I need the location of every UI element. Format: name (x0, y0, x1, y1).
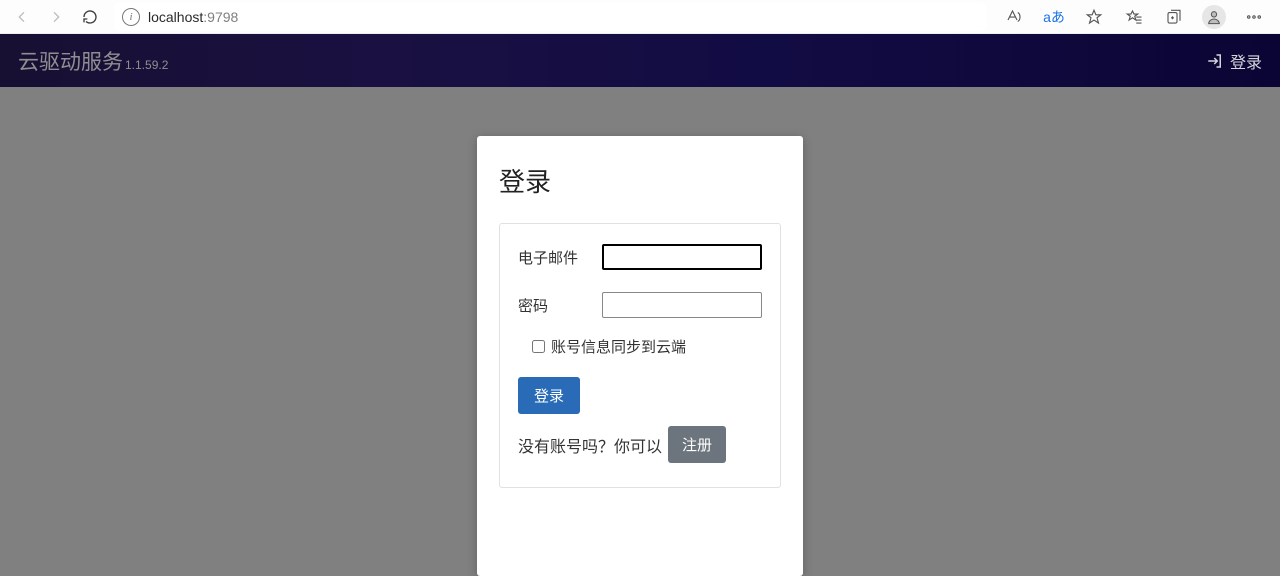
read-aloud-icon[interactable] (994, 3, 1034, 31)
header-login-label: 登录 (1230, 49, 1262, 73)
email-label: 电子邮件 (518, 247, 578, 268)
password-field[interactable] (602, 292, 762, 318)
login-card-title: 登录 (499, 162, 781, 199)
login-icon (1206, 52, 1224, 70)
password-row: 密码 (518, 292, 762, 318)
collections-icon[interactable] (1154, 3, 1194, 31)
no-account-text: 没有账号吗？你可以 (518, 433, 662, 457)
app-title: 云驱动服务 1.1.59.2 (18, 46, 168, 76)
url-text: localhost:9798 (148, 9, 238, 25)
address-bar[interactable]: i localhost:9798 (114, 3, 986, 31)
translate-icon[interactable]: aあ (1034, 3, 1074, 31)
email-field[interactable] (602, 244, 762, 270)
toolbar-right: aあ (994, 3, 1274, 31)
translate-label: aあ (1043, 7, 1065, 27)
login-button[interactable]: 登录 (518, 377, 580, 414)
register-row: 没有账号吗？你可以 注册 (518, 426, 762, 463)
favorites-star-icon[interactable] (1074, 3, 1114, 31)
page-body: 登录 电子邮件 密码 账号信息同步到云端 登录 没有账号吗？你可以 注册 (0, 87, 1280, 576)
email-row: 电子邮件 (518, 244, 762, 270)
login-form: 电子邮件 密码 账号信息同步到云端 登录 没有账号吗？你可以 注册 (499, 223, 781, 488)
sync-label: 账号信息同步到云端 (551, 336, 686, 357)
site-info-icon[interactable]: i (122, 8, 140, 26)
back-button[interactable] (6, 3, 38, 31)
more-menu-icon[interactable] (1234, 3, 1274, 31)
url-port: :9798 (203, 9, 238, 25)
register-button[interactable]: 注册 (668, 426, 726, 463)
password-label: 密码 (518, 295, 548, 316)
refresh-button[interactable] (74, 3, 106, 31)
app-version: 1.1.59.2 (125, 58, 168, 72)
login-card: 登录 电子邮件 密码 账号信息同步到云端 登录 没有账号吗？你可以 注册 (477, 136, 803, 576)
sync-checkbox[interactable] (532, 340, 545, 353)
sync-row: 账号信息同步到云端 (532, 336, 762, 357)
profile-avatar[interactable] (1194, 3, 1234, 31)
forward-button[interactable] (40, 3, 72, 31)
app-name: 云驱动服务 (18, 46, 123, 76)
favorites-list-icon[interactable] (1114, 3, 1154, 31)
header-login-link[interactable]: 登录 (1206, 49, 1262, 73)
app-header: 云驱动服务 1.1.59.2 登录 (0, 34, 1280, 87)
browser-toolbar: i localhost:9798 aあ (0, 0, 1280, 34)
url-host: localhost (148, 9, 203, 25)
